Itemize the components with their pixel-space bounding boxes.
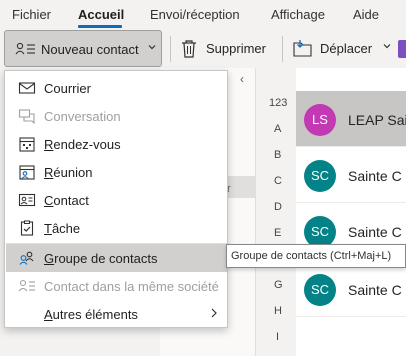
contact-card[interactable]: SC Sainte C: [296, 147, 406, 203]
menu-item-contact[interactable]: Contact: [6, 186, 227, 214]
menu-item-autres-elements[interactable]: Autres éléments: [6, 300, 227, 328]
avatar: SC: [304, 160, 336, 192]
tab-fichier[interactable]: Fichier: [12, 7, 51, 22]
chevron-right-icon: [211, 308, 217, 318]
avatar: SC: [304, 274, 336, 306]
new-contact-button[interactable]: Nouveau contact: [4, 30, 162, 67]
contact-card[interactable]: SC Sainte C: [296, 261, 406, 317]
contact-card[interactable]: LS LEAP Sai: [296, 91, 406, 147]
ribbon-separator: [170, 36, 171, 62]
trash-icon: [182, 40, 196, 58]
task-icon: [20, 220, 34, 236]
move-button[interactable]: Déplacer: [290, 30, 391, 67]
delete-label: Supprimer: [206, 41, 266, 56]
menu-item-label: Conversation: [44, 109, 121, 124]
menu-item-contact-meme-societe[interactable]: Contact dans la même société: [6, 272, 227, 300]
menu-item-label: Courrier: [44, 81, 91, 96]
ribbon-tabs: Fichier Accueil Envoi/réception Affichag…: [0, 0, 406, 30]
index-letter[interactable]: 123: [269, 97, 287, 109]
menu-item-conversation[interactable]: Conversation: [6, 102, 227, 130]
tab-accueil[interactable]: Accueil: [78, 7, 124, 22]
contact-same-company-icon: [18, 279, 35, 292]
index-letter[interactable]: H: [274, 305, 282, 317]
move-folder-icon: [293, 40, 312, 57]
menu-item-label: Réunion: [44, 165, 93, 180]
active-tab-indicator: [78, 25, 122, 28]
chevron-down-icon: [148, 45, 156, 50]
collapse-pane-icon[interactable]: ‹: [240, 72, 244, 86]
chevron-down-icon: [383, 44, 391, 49]
avatar: LS: [304, 104, 336, 136]
index-letter[interactable]: E: [274, 227, 281, 239]
contact-group-icon: [19, 251, 34, 265]
alphabet-index: 123 A B C D E F G H I: [256, 68, 296, 356]
menu-item-label: Groupe de contacts: [44, 251, 158, 266]
menu-item-courrier[interactable]: Courrier: [6, 74, 227, 102]
menu-item-label: Autres éléments: [44, 307, 138, 322]
delete-button[interactable]: Supprimer: [178, 30, 274, 67]
contact-name: Sainte C: [348, 168, 402, 184]
contact-name: LEAP Sai: [348, 112, 406, 128]
conversation-icon: [18, 109, 35, 124]
contact-name: Sainte C: [348, 224, 402, 240]
menu-item-groupe-de-contacts[interactable]: Groupe de contacts: [6, 244, 227, 272]
index-letter[interactable]: A: [274, 123, 281, 135]
menu-item-label: Contact dans la même société: [44, 279, 219, 294]
contact-name: Sainte C: [348, 282, 402, 298]
ribbon-separator: [282, 36, 283, 62]
move-label: Déplacer: [320, 41, 373, 56]
meeting-icon: [19, 165, 35, 180]
truncated-ribbon-button[interactable]: [398, 40, 406, 58]
index-letter[interactable]: C: [274, 175, 282, 187]
calendar-icon: [19, 137, 35, 152]
menu-item-label: Contact: [44, 193, 89, 208]
contact-list-icon: [15, 42, 35, 55]
tab-envoi-reception[interactable]: Envoi/réception: [150, 7, 240, 22]
tooltip: Groupe de contacts (Ctrl+Maj+L): [226, 244, 406, 268]
tab-affichage[interactable]: Affichage: [271, 7, 325, 22]
contact-card-icon: [18, 193, 36, 207]
index-letter[interactable]: I: [276, 331, 279, 343]
menu-item-tache[interactable]: Tâche: [6, 214, 227, 242]
new-item-menu: Courrier Conversation Rendez-vous Réunio…: [4, 70, 228, 328]
mail-icon: [18, 82, 36, 94]
tab-aide[interactable]: Aide: [353, 7, 379, 22]
index-letter[interactable]: D: [274, 201, 282, 213]
menu-item-rendez-vous[interactable]: Rendez-vous: [6, 130, 227, 158]
new-contact-label: Nouveau contact: [41, 42, 139, 57]
contact-list: LS LEAP Sai SC Sainte C SC Sainte C SC S…: [296, 68, 406, 356]
index-letter[interactable]: B: [274, 149, 281, 161]
menu-item-label: Tâche: [44, 221, 81, 236]
ribbon-toolbar: Nouveau contact Supprimer Déplacer: [0, 30, 406, 68]
menu-item-label: Rendez-vous: [44, 137, 121, 152]
index-letter[interactable]: G: [274, 279, 283, 291]
menu-item-reunion[interactable]: Réunion: [6, 158, 227, 186]
